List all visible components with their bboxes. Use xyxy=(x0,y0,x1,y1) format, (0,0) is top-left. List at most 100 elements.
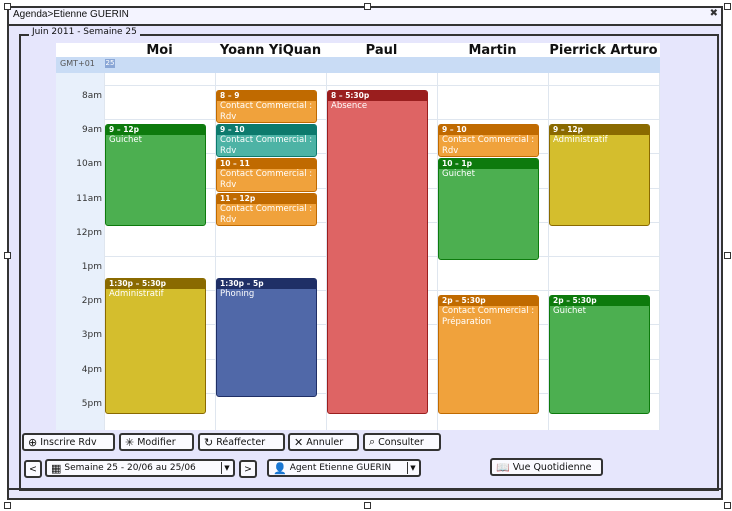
plus-circle-icon: ⊕ xyxy=(28,435,38,449)
next-label: > xyxy=(244,463,252,475)
resize-handle[interactable] xyxy=(724,502,731,509)
event-time: 8 – 9 xyxy=(217,91,316,101)
week-select[interactable]: ▦ Semaine 25 - 20/06 au 25/06 ▼ xyxy=(45,459,235,477)
week-badge: 25 xyxy=(105,59,115,68)
calendar-event[interactable]: 9 – 10 Contact Commercial : Rdv xyxy=(438,124,539,158)
resize-handle[interactable] xyxy=(724,3,731,10)
vue-quotidienne-label: Vue Quotidienne xyxy=(512,461,592,473)
window-title: Agenda>Etienne GUERIN xyxy=(13,9,129,20)
calendar-event[interactable]: 9 – 12p Administratif xyxy=(549,124,650,226)
event-time: 9 – 12p xyxy=(550,125,649,136)
event-time: 10 – 11 xyxy=(217,159,316,170)
time-label: 11am xyxy=(76,193,102,204)
event-title: Contact Commercial : Rdv xyxy=(220,101,313,122)
prev-week-button[interactable]: < xyxy=(24,460,42,478)
time-label: 5pm xyxy=(81,398,102,409)
calendar-event[interactable]: 9 – 12p Guichet xyxy=(105,124,206,226)
event-title: Contact Commercial : Préparation xyxy=(442,306,535,328)
magnifier-icon: ⌕ xyxy=(369,435,376,448)
hour-gridline xyxy=(104,85,660,86)
event-title: Guichet xyxy=(109,135,142,146)
resize-handle[interactable] xyxy=(364,3,371,10)
resize-handle[interactable] xyxy=(4,3,11,10)
calendar-event[interactable]: 8 – 5:30p Absence xyxy=(327,90,428,414)
resize-handle[interactable] xyxy=(364,502,371,509)
time-label: 12pm xyxy=(76,227,102,238)
rotate-icon: ↻ xyxy=(204,435,214,449)
event-time: 1:30p – 5:30p xyxy=(106,279,205,290)
time-label: 1pm xyxy=(81,262,102,272)
event-time: 11 – 12p xyxy=(217,193,316,204)
event-title: Contact Commercial : Rdv xyxy=(220,135,313,157)
agent-select-value: Agent Etienne GUERIN xyxy=(289,463,392,473)
event-time: 8 – 5:30p xyxy=(328,91,427,101)
allday-bar: GMT+01 25 xyxy=(56,57,660,73)
event-time: 9 – 10 xyxy=(217,125,316,136)
week-select-value: Semaine 25 - 20/06 au 25/06 xyxy=(64,463,196,473)
column-gridline xyxy=(659,73,660,430)
inscrire-rdv-button[interactable]: ⊕ Inscrire Rdv xyxy=(22,433,115,451)
prev-label: < xyxy=(29,463,37,475)
chevron-down-icon: ▼ xyxy=(407,462,418,474)
column-header: Paul xyxy=(365,43,398,58)
annuler-button[interactable]: ✕ Annuler xyxy=(288,433,359,451)
event-title: Administratif xyxy=(109,289,164,300)
time-label: 10am xyxy=(76,159,102,170)
event-time: 2p – 5:30p xyxy=(550,296,649,307)
annuler-label: Annuler xyxy=(306,436,344,448)
time-column: 8am 9am 10am 11am 12pm 1pm 2pm 3pm 4pm 5pm xyxy=(56,73,104,430)
chevron-down-icon: ▼ xyxy=(221,462,232,474)
group-legend: Juin 2011 - Semaine 25 xyxy=(29,27,140,37)
resize-handle[interactable] xyxy=(4,252,11,259)
event-time: 2p – 5:30p xyxy=(439,296,538,307)
event-time: 1:30p – 5p xyxy=(217,279,316,290)
x-icon: ✕ xyxy=(294,435,304,449)
event-time: 9 – 10 xyxy=(439,125,538,136)
next-week-button[interactable]: > xyxy=(239,460,257,478)
event-title: Guichet xyxy=(553,306,586,317)
event-time: 9 – 12p xyxy=(106,125,205,136)
event-title: Guichet xyxy=(442,169,475,180)
sparkle-icon: ✳ xyxy=(125,435,135,449)
resize-handle[interactable] xyxy=(4,502,11,509)
inscrire-rdv-label: Inscrire Rdv xyxy=(40,436,97,448)
event-title: Administratif xyxy=(553,135,608,146)
book-icon: 📖 xyxy=(496,460,510,474)
calendar-event[interactable]: 2p – 5:30p Contact Commercial : Préparati… xyxy=(438,295,539,414)
reaffecter-label: Réaffecter xyxy=(216,436,266,448)
vue-quotidienne-button[interactable]: 📖 Vue Quotidienne xyxy=(490,458,603,476)
calendar-event[interactable]: 10 – 11 Contact Commercial : Rdv xyxy=(216,158,317,192)
time-label: 9am xyxy=(81,125,102,136)
event-title: Contact Commercial : Rdv xyxy=(220,203,313,225)
calendar-event[interactable]: 2p – 5:30p Guichet xyxy=(549,295,650,414)
user-icon: 👤 xyxy=(273,461,287,475)
event-title: Phoning xyxy=(220,289,255,300)
consulter-label: Consulter xyxy=(378,436,424,448)
event-title: Contact Commercial : Rdv xyxy=(220,169,313,191)
modifier-button[interactable]: ✳ Modifier xyxy=(119,433,194,451)
event-title: Absence xyxy=(331,101,368,111)
column-header: Pierrick Arturo xyxy=(549,43,658,58)
calendar-event[interactable]: 8 – 9 Contact Commercial : Rdv xyxy=(216,90,317,124)
reaffecter-button[interactable]: ↻ Réaffecter xyxy=(198,433,285,451)
resize-handle[interactable] xyxy=(724,252,731,259)
event-title: Contact Commercial : Rdv xyxy=(442,135,535,157)
agent-select[interactable]: 👤 Agent Etienne GUERIN ▼ xyxy=(267,459,421,477)
modifier-label: Modifier xyxy=(137,436,176,448)
timezone-label: GMT+01 xyxy=(60,59,95,68)
calendar-event[interactable]: 9 – 10 Contact Commercial : Rdv xyxy=(216,124,317,158)
consulter-button[interactable]: ⌕ Consulter xyxy=(363,433,441,451)
time-label: 8am xyxy=(81,91,102,101)
time-label: 3pm xyxy=(81,330,102,341)
column-header: Moi xyxy=(146,43,173,58)
calendar-event[interactable]: 1:30p – 5:30p Administratif xyxy=(105,278,206,414)
calendar-event[interactable]: 1:30p – 5p Phoning xyxy=(216,278,317,397)
calendar-event[interactable]: 10 – 1p Guichet xyxy=(438,158,539,260)
pin-icon[interactable]: ✖ xyxy=(710,8,718,19)
time-label: 4pm xyxy=(81,364,102,375)
title-bar: Agenda>Etienne GUERIN ✖ xyxy=(9,8,721,26)
event-time: 10 – 1p xyxy=(439,159,538,170)
calendar-event[interactable]: 11 – 12p Contact Commercial : Rdv xyxy=(216,192,317,226)
calendar-icon: ▦ xyxy=(51,461,62,475)
calendar-grid: GMT+01 25 8am 9am 10am 11am 12pm 1pm 2pm 3pm 4pm… xyxy=(56,43,660,430)
